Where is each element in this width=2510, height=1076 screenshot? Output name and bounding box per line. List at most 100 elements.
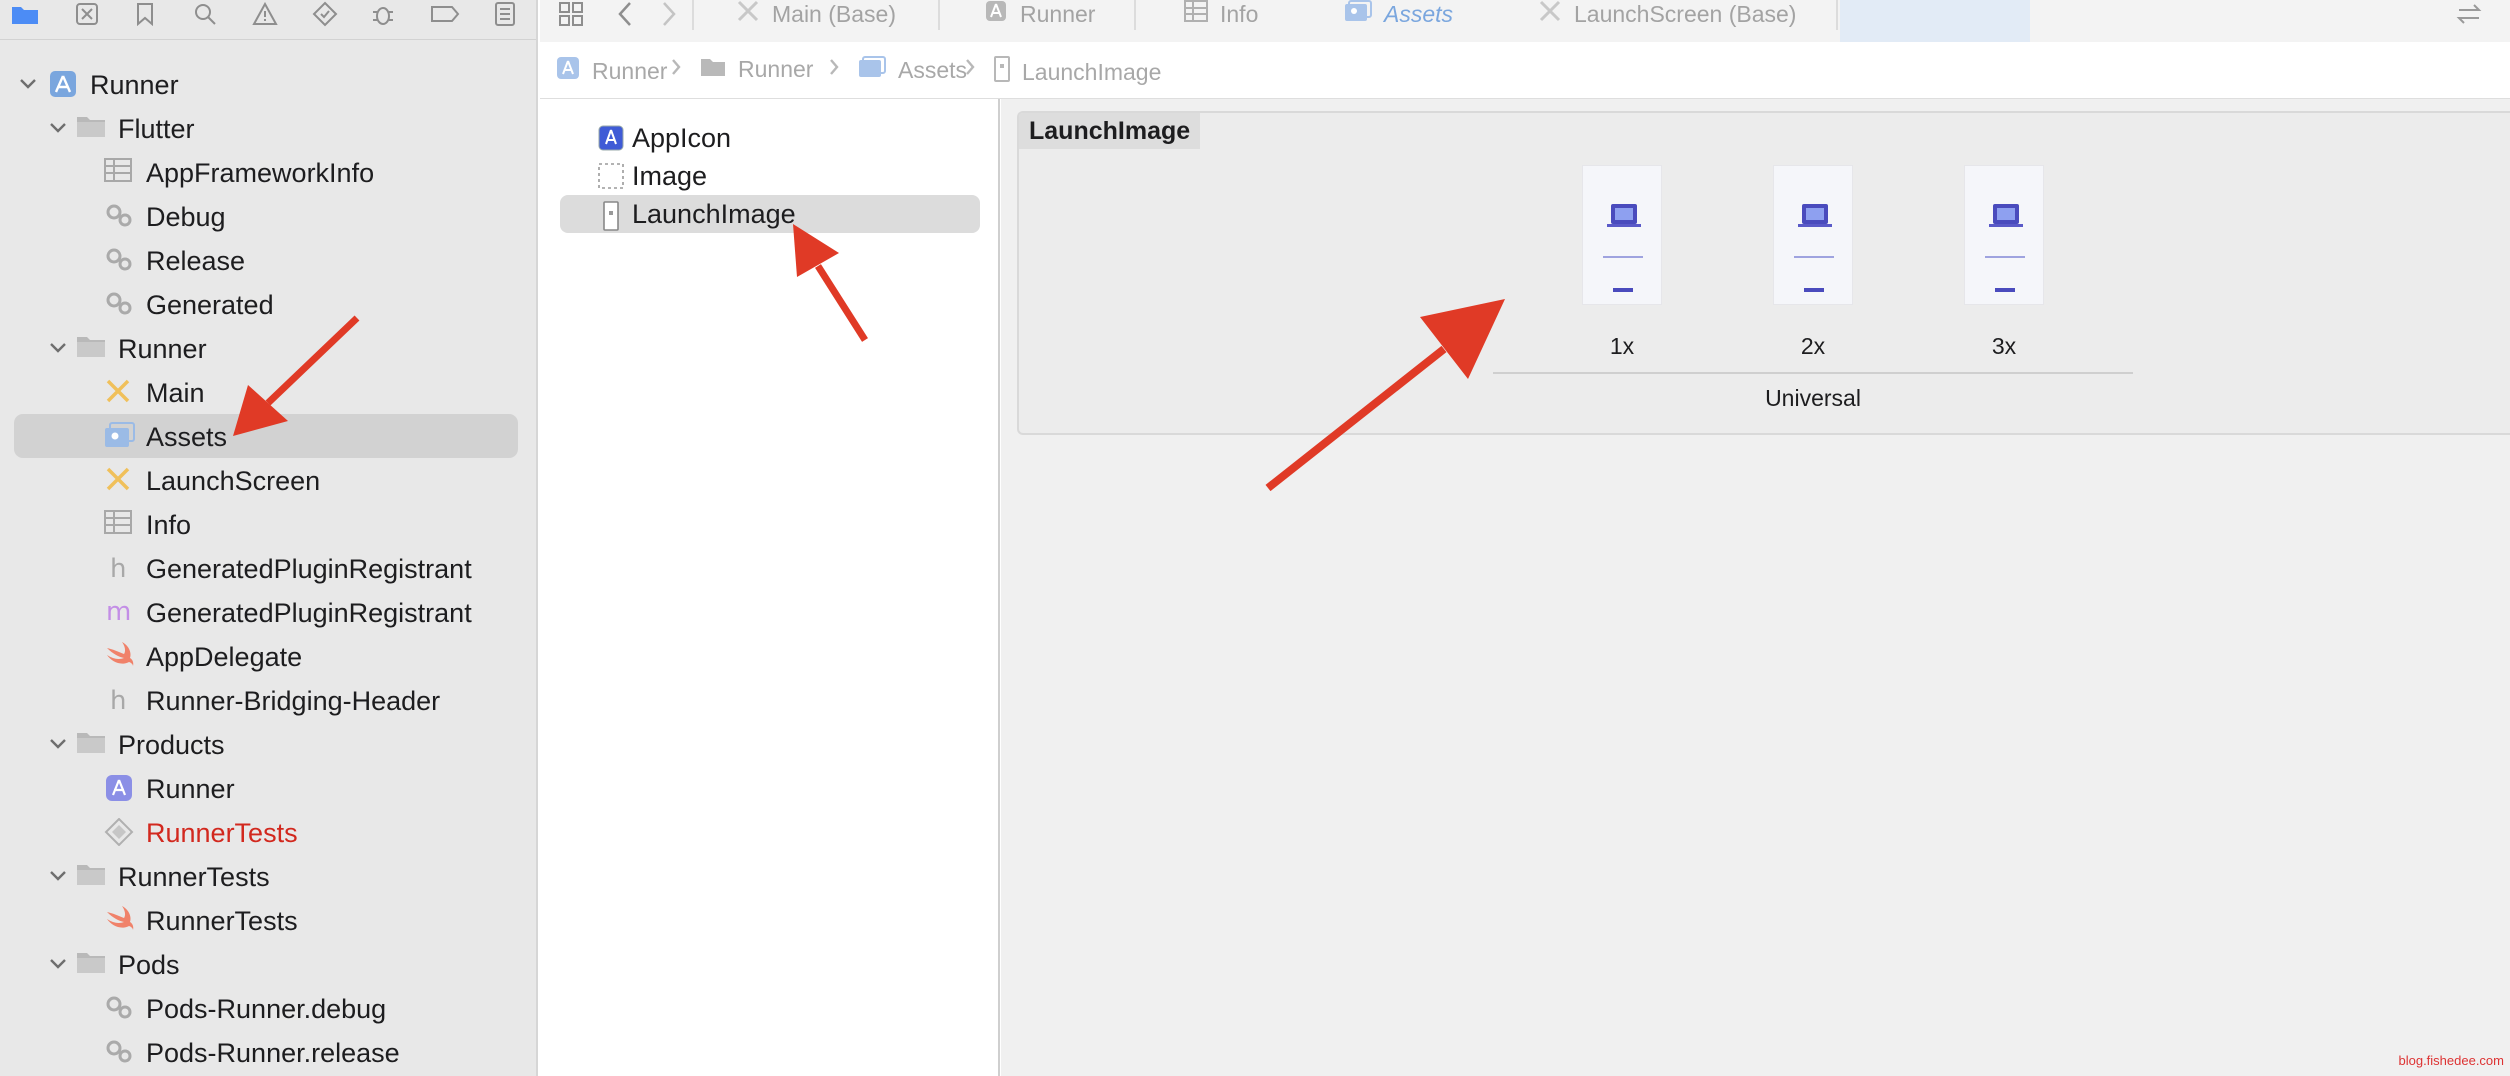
assets-file-icon <box>104 422 135 450</box>
tree-item-label: Assets <box>146 422 228 452</box>
tab-assets[interactable]: Assets <box>1344 0 1453 28</box>
folder-file-icon <box>76 950 106 978</box>
tree-item-config[interactable]: Debug <box>0 196 536 236</box>
folder-file-icon <box>76 730 106 758</box>
asset-list-item[interactable]: AppIcon <box>560 119 980 157</box>
tab-separator <box>1134 0 1136 30</box>
tree-item-label: Pods <box>118 950 180 980</box>
chevron-down-icon[interactable] <box>48 338 68 358</box>
tree-item-header[interactable]: h Runner-Bridging-Header <box>0 680 536 720</box>
app-file-icon <box>104 774 134 802</box>
tree-item-storyboard[interactable]: LaunchScreen <box>0 460 536 500</box>
chevron-down-icon[interactable] <box>48 734 68 754</box>
report-icon[interactable] <box>488 0 522 28</box>
tree-item-config[interactable]: Pods-Runner.release <box>0 1032 536 1072</box>
asset-catalog-list: AppIcon Image LaunchImage <box>540 99 1000 1076</box>
tab-info[interactable]: Info <box>1184 0 1258 28</box>
breakpoint-icon[interactable] <box>428 0 462 28</box>
tree-item-config[interactable]: Release <box>0 240 536 280</box>
tree-item-folder[interactable]: RunnerTests <box>0 856 536 896</box>
source-control-icon[interactable] <box>70 0 104 28</box>
breadcrumb-chevron-icon <box>964 56 976 84</box>
debug-icon[interactable] <box>366 0 400 28</box>
tree-item-folder[interactable]: Flutter <box>0 108 536 148</box>
project-file-icon <box>48 70 78 98</box>
tree-item-storyboard[interactable]: Main <box>0 372 536 412</box>
warning-icon[interactable] <box>248 0 282 28</box>
plist-file-icon <box>104 510 134 538</box>
breadcrumb-chevron-icon <box>670 56 682 84</box>
tree-item-label: RunnerTests <box>118 862 270 892</box>
config-file-icon <box>104 202 134 230</box>
tab-label: Main (Base) <box>772 0 896 27</box>
tree-item-config[interactable]: Generated <box>0 284 536 324</box>
breadcrumb-item[interactable]: Runner <box>556 56 667 86</box>
launch-image-thumbnail <box>1582 165 1662 305</box>
tree-item-project[interactable]: Runner <box>0 64 536 104</box>
config-file-icon <box>104 290 134 318</box>
assets-icon <box>858 56 886 84</box>
search-icon[interactable] <box>188 0 222 28</box>
slot-label-3x: 3x <box>1991 333 2017 359</box>
split-editor-icon[interactable] <box>2452 0 2486 28</box>
forward-arrow-icon[interactable] <box>652 0 686 28</box>
breadcrumb-item[interactable]: LaunchImage <box>994 56 1161 88</box>
app-icon-set-icon <box>598 125 624 151</box>
launch-image-icon <box>598 201 624 231</box>
tree-item-assets[interactable]: Assets <box>0 414 536 458</box>
swift-file-icon <box>104 642 134 670</box>
tree-item-folder[interactable]: Runner <box>0 328 536 368</box>
asset-label: AppIcon <box>632 123 732 153</box>
slot-label-1x: 1x <box>1609 333 1635 359</box>
launch-image-set-panel: LaunchImage 1x 2x 3x Universal <box>1017 111 2510 435</box>
tree-item-plist[interactable]: AppFrameworkInfo <box>0 152 536 192</box>
tree-item-xctest[interactable]: RunnerTests <box>0 812 536 852</box>
chevron-down-icon[interactable] <box>48 866 68 886</box>
bookmark-icon[interactable] <box>128 0 162 28</box>
tree-item-app[interactable]: Runner <box>0 768 536 808</box>
asset-list-item[interactable]: Image <box>560 157 980 195</box>
slot-2x[interactable] <box>1773 165 1853 305</box>
tree-item-folder[interactable]: Pods <box>0 944 536 984</box>
tree-item-header[interactable]: h GeneratedPluginRegistrant <box>0 548 536 588</box>
navigator-toolbar <box>0 0 536 40</box>
breadcrumb-item[interactable]: Assets <box>858 56 967 84</box>
grid-icon[interactable] <box>554 0 588 28</box>
chevron-down-icon[interactable] <box>48 118 68 138</box>
tree-item-label: Flutter <box>118 114 195 144</box>
chevron-down-icon[interactable] <box>18 74 38 94</box>
breadcrumb-label: Runner <box>592 57 668 84</box>
folder-icon <box>700 56 726 83</box>
tree-item-objc[interactable]: m GeneratedPluginRegistrant <box>0 592 536 632</box>
tab-label: LaunchScreen (Base) <box>1574 0 1797 27</box>
launch-image-icon <box>994 56 1010 88</box>
tree-item-config[interactable]: Pods-Runner.debug <box>0 988 536 1028</box>
universal-divider <box>1493 372 2133 374</box>
svg-text:m: m <box>106 598 131 626</box>
tree-item-label: Runner <box>90 70 179 100</box>
project-navigator: Runner Flutter AppFrameworkInfo Debug Releas… <box>0 0 538 1076</box>
tree-item-swift[interactable]: AppDelegate <box>0 636 536 676</box>
breadcrumb-item[interactable]: Runner <box>700 56 813 83</box>
tree-item-label: Runner <box>146 774 235 804</box>
asset-list-item[interactable]: LaunchImage <box>560 195 980 233</box>
tab-main-base[interactable]: Main (Base) <box>736 0 896 28</box>
slot-3x[interactable] <box>1964 165 2044 305</box>
jump-bar: Runner Runner Assets LaunchImage <box>540 42 2510 99</box>
folder-icon[interactable] <box>8 0 42 28</box>
chevron-down-icon[interactable] <box>48 954 68 974</box>
asset-detail-area: LaunchImage 1x 2x 3x Universal <box>1001 99 2510 1076</box>
slot-1x[interactable] <box>1582 165 1662 305</box>
tree-item-folder[interactable]: Products <box>0 724 536 764</box>
tree-item-swift[interactable]: RunnerTests <box>0 900 536 940</box>
back-arrow-icon[interactable] <box>608 0 642 28</box>
tree-item-label: AppDelegate <box>146 642 303 672</box>
tree-item-plist[interactable]: Info <box>0 504 536 544</box>
objc-file-icon: m <box>104 597 134 627</box>
breadcrumb-label: Assets <box>898 56 968 83</box>
tree-item-label: Debug <box>146 202 226 232</box>
tab-launchscreen-base[interactable]: LaunchScreen (Base) <box>1538 0 1796 28</box>
tab-runner[interactable]: Runner <box>984 0 1095 28</box>
test-icon[interactable] <box>308 0 342 28</box>
config-file-icon <box>104 994 134 1022</box>
